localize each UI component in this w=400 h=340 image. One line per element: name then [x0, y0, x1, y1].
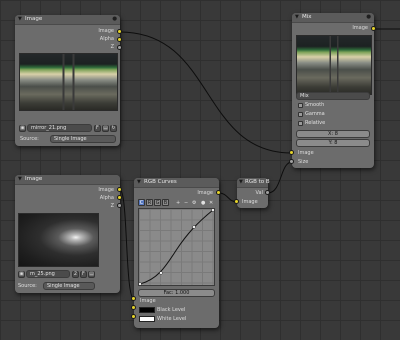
zoom-in-icon[interactable]: +	[176, 200, 180, 206]
frame-flag-button[interactable]: F	[94, 125, 101, 132]
image-type-icon[interactable]: ▣	[18, 271, 25, 278]
source-dropdown[interactable]: Single Image	[50, 135, 116, 143]
curves-image-input-socket[interactable]	[131, 296, 136, 301]
image-filename-field[interactable]: m_25.png	[26, 270, 70, 278]
image2-alpha-output-socket[interactable]	[117, 195, 122, 200]
node-menu-icon[interactable]: ●	[366, 14, 371, 20]
folder-icon[interactable]: ▤	[102, 125, 109, 132]
curves-image-output-socket[interactable]	[216, 190, 221, 195]
close-icon[interactable]: ✕	[209, 200, 213, 206]
node-title: Image	[25, 16, 43, 22]
bw-image-input-socket[interactable]	[234, 199, 239, 204]
frame-count-field[interactable]: 2	[72, 271, 79, 278]
mix-node[interactable]: ▼ Mix ● Image Mix Smooth Gamma Relative …	[292, 13, 374, 168]
relative-checkbox[interactable]	[298, 121, 303, 126]
folder-icon[interactable]: ▤	[88, 271, 95, 278]
smooth-label: Smooth	[305, 102, 325, 108]
reload-icon[interactable]: ↻	[110, 125, 117, 132]
image-preview	[18, 213, 99, 267]
channel-r-button[interactable]: R	[146, 199, 153, 206]
node-header[interactable]: ▼ Image	[15, 175, 120, 185]
rgb-curves-node[interactable]: ▼ RGB Curves Image C R G B + − ⚙ ● ✕ Fac…	[134, 178, 219, 328]
node-title: Mix	[302, 14, 312, 20]
node-header[interactable]: ▼ Mix ●	[292, 13, 374, 23]
channel-c-button[interactable]: C	[138, 199, 145, 206]
output-label-image: Image	[98, 28, 114, 34]
output-label-z: Z	[110, 44, 114, 50]
x-field[interactable]: X: 8	[296, 130, 370, 138]
channel-g-button[interactable]: G	[154, 199, 161, 206]
input-label-size: Size	[298, 159, 309, 165]
y-field[interactable]: Y: 8	[296, 139, 370, 147]
output-label-val: Val	[255, 190, 264, 196]
input-label-black-level: Black Level	[157, 307, 186, 313]
node-header[interactable]: ▼ Image ●	[15, 15, 120, 25]
output-label-z: Z	[110, 203, 114, 209]
source-label: Source:	[20, 136, 39, 142]
zoom-out-icon[interactable]: −	[184, 200, 188, 206]
mix-image-output-socket[interactable]	[371, 26, 376, 31]
curves-white-level-input-socket[interactable]	[131, 314, 136, 319]
wrench-icon[interactable]: ⚙	[192, 200, 196, 206]
mix-image-input-socket[interactable]	[289, 150, 294, 155]
input-label-white-level: White Level	[157, 316, 187, 322]
gamma-checkbox[interactable]	[298, 112, 303, 117]
output-label-alpha: Alpha	[99, 36, 114, 42]
black-level-swatch[interactable]	[139, 307, 155, 313]
collapse-arrow-icon[interactable]: ▼	[137, 179, 141, 185]
collapse-arrow-icon[interactable]: ▼	[239, 179, 243, 185]
mix-size-input-socket[interactable]	[289, 159, 294, 164]
image-filename-field[interactable]: mirror_21.png	[27, 124, 92, 132]
image1-image-output-socket[interactable]	[117, 29, 122, 34]
image-type-icon[interactable]: ▣	[19, 125, 26, 132]
image-node-2[interactable]: ▼ Image Image Alpha Z ▣ m_25.png 2 F ▤ S…	[15, 175, 120, 293]
rgb-to-bw-node[interactable]: ▼ RGB to B Val Image	[237, 178, 270, 208]
mix-preview	[296, 35, 372, 95]
source-dropdown[interactable]: Single Image	[43, 282, 95, 290]
output-label-image: Image	[352, 25, 368, 31]
curves-black-level-input-socket[interactable]	[131, 305, 136, 310]
input-label-image: Image	[140, 298, 156, 304]
input-label-image: Image	[298, 150, 314, 156]
source-label: Source:	[18, 283, 37, 289]
node-header[interactable]: ▼ RGB to B	[237, 178, 270, 188]
output-label-image: Image	[197, 190, 213, 196]
collapse-arrow-icon[interactable]: ▼	[18, 176, 22, 182]
fac-slider[interactable]: Fac: 1.000	[138, 289, 215, 297]
image2-image-output-socket[interactable]	[117, 187, 122, 192]
blend-mode-dropdown[interactable]: Mix	[296, 92, 370, 100]
image1-z-output-socket[interactable]	[117, 45, 122, 50]
white-level-swatch[interactable]	[139, 316, 155, 322]
image1-alpha-output-socket[interactable]	[117, 37, 122, 42]
node-menu-icon[interactable]: ●	[112, 16, 117, 22]
curve-graph[interactable]	[138, 208, 215, 286]
node-title: RGB to B	[245, 179, 270, 185]
frame-flag-button[interactable]: F	[80, 271, 87, 278]
image-preview	[19, 53, 118, 111]
output-label-image: Image	[98, 187, 114, 193]
input-label-image: Image	[242, 199, 258, 205]
node-title: Image	[25, 176, 43, 182]
image2-z-output-socket[interactable]	[117, 203, 122, 208]
gamma-label: Gamma	[305, 111, 325, 117]
node-header[interactable]: ▼ RGB Curves	[134, 178, 219, 188]
clip-icon[interactable]: ●	[201, 200, 205, 206]
light-flare-preview-icon	[19, 214, 98, 266]
relative-label: Relative	[305, 120, 326, 126]
collapse-arrow-icon[interactable]: ▼	[18, 16, 22, 22]
channel-b-button[interactable]: B	[162, 199, 169, 206]
subway-tunnel-preview-icon	[297, 36, 371, 94]
node-title: RGB Curves	[144, 179, 177, 185]
bw-val-output-socket[interactable]	[265, 190, 270, 195]
subway-tunnel-preview-icon	[20, 54, 117, 110]
collapse-arrow-icon[interactable]: ▼	[295, 14, 299, 20]
output-label-alpha: Alpha	[99, 195, 114, 201]
image-node-1[interactable]: ▼ Image ● Image Alpha Z ▣ mirror_21.png …	[15, 15, 120, 146]
smooth-checkbox[interactable]	[298, 103, 303, 108]
